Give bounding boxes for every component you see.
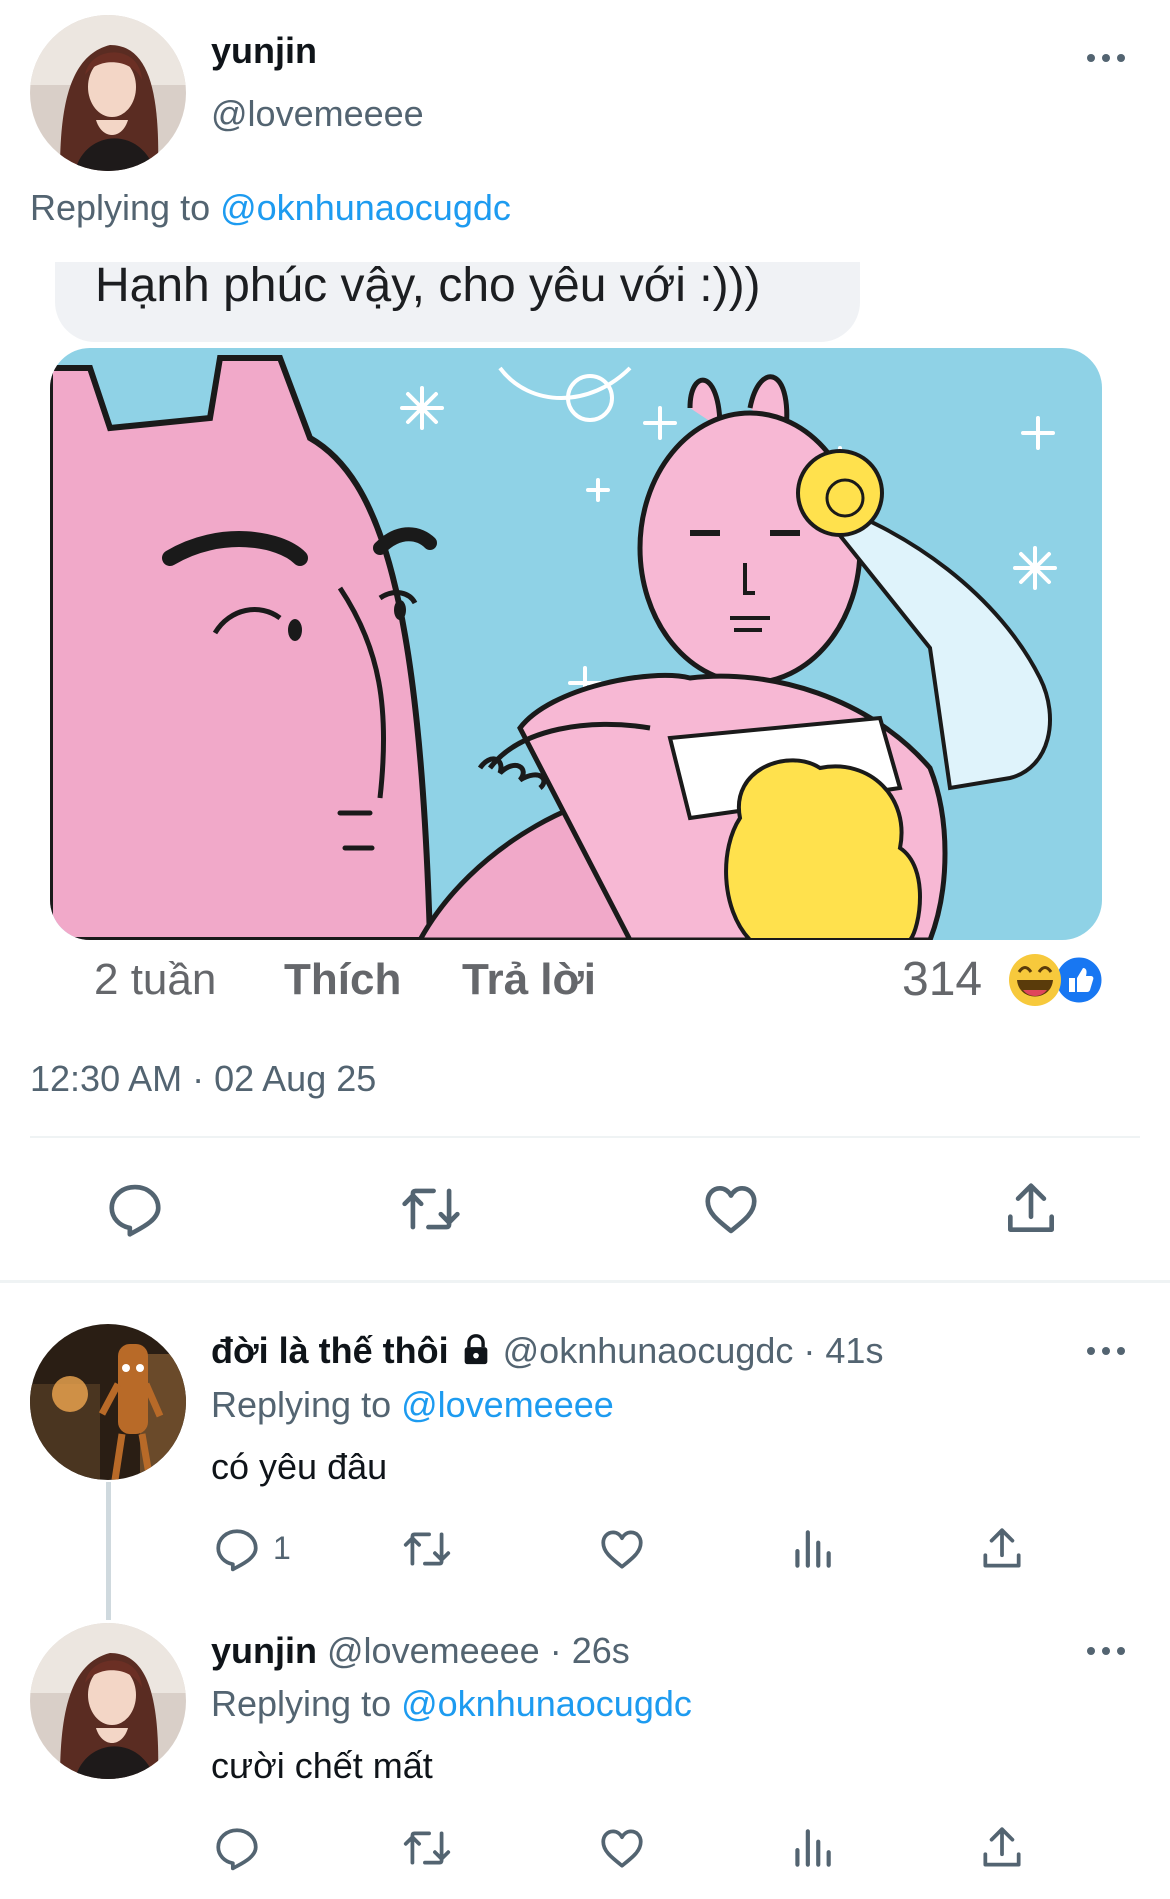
share-icon[interactable] xyxy=(1000,1178,1062,1240)
meme-image[interactable] xyxy=(50,348,1102,940)
avatar[interactable] xyxy=(30,15,186,171)
reply-header: yunjin @lovemeeee · 26s xyxy=(211,1630,630,1672)
reply-icon[interactable] xyxy=(212,1823,262,1873)
user-handle[interactable]: @lovemeeee xyxy=(327,1630,540,1671)
display-name[interactable]: yunjin xyxy=(211,1630,317,1671)
retweet-icon[interactable] xyxy=(400,1178,462,1240)
replying-handle-link[interactable]: @lovemeeee xyxy=(401,1384,614,1425)
user-handle[interactable]: @oknhunaocugdc xyxy=(503,1330,794,1371)
user-handle[interactable]: @lovemeeee xyxy=(211,93,424,135)
reply-icon[interactable] xyxy=(212,1524,262,1574)
replying-label: Replying to xyxy=(30,187,221,228)
reply-text: có yêu đâu xyxy=(211,1446,388,1487)
like-icon[interactable] xyxy=(700,1178,762,1240)
reply-time[interactable]: · 41s xyxy=(803,1330,883,1371)
tweet-timestamp[interactable]: 12:30 AM · 02 Aug 25 xyxy=(30,1058,376,1100)
comment-time: 2 tuần xyxy=(94,955,217,1004)
more-icon[interactable] xyxy=(1083,1341,1129,1361)
more-icon[interactable] xyxy=(1083,48,1129,68)
comment-text: Hạnh phúc vậy, cho yêu với :))) xyxy=(95,259,761,312)
share-icon[interactable] xyxy=(977,1524,1027,1574)
reply-icon[interactable] xyxy=(104,1178,166,1240)
retweet-icon[interactable] xyxy=(402,1823,452,1873)
divider xyxy=(0,1280,1170,1283)
replying-handle-link[interactable]: @oknhunaocugdc xyxy=(220,187,511,228)
share-icon[interactable] xyxy=(977,1823,1027,1873)
views-icon[interactable] xyxy=(787,1823,837,1873)
more-icon[interactable] xyxy=(1083,1641,1129,1661)
retweet-icon[interactable] xyxy=(402,1524,452,1574)
avatar[interactable] xyxy=(30,1324,186,1480)
reply-count: 1 xyxy=(273,1530,291,1566)
reply-header: đời là thế thôi @oknhunaocugdc · 41s xyxy=(211,1330,883,1372)
replying-to: Replying to @lovemeeee xyxy=(211,1384,614,1426)
views-icon[interactable] xyxy=(787,1524,837,1574)
display-name[interactable]: đời là thế thôi xyxy=(211,1330,449,1371)
like-icon[interactable] xyxy=(597,1524,647,1574)
thread-line xyxy=(106,1482,111,1620)
replying-handle-link[interactable]: @oknhunaocugdc xyxy=(401,1683,692,1724)
reaction-count: 314 xyxy=(902,953,983,1006)
reply-time[interactable]: · 26s xyxy=(550,1630,630,1671)
replying-label: Replying to xyxy=(211,1683,402,1724)
display-name[interactable]: yunjin xyxy=(211,30,317,72)
replying-label: Replying to xyxy=(211,1384,402,1425)
comment-reply-label: Trả lời xyxy=(462,955,596,1004)
reaction-icons xyxy=(1009,954,1105,1006)
replying-to: Replying to @oknhunaocugdc xyxy=(30,187,511,229)
comment-like-label: Thích xyxy=(284,955,402,1004)
replying-to: Replying to @oknhunaocugdc xyxy=(211,1683,692,1725)
lock-icon xyxy=(464,1334,487,1365)
divider xyxy=(30,1136,1140,1138)
reply-text: cười chết mất xyxy=(211,1745,433,1786)
like-icon[interactable] xyxy=(597,1823,647,1873)
avatar[interactable] xyxy=(30,1623,186,1779)
